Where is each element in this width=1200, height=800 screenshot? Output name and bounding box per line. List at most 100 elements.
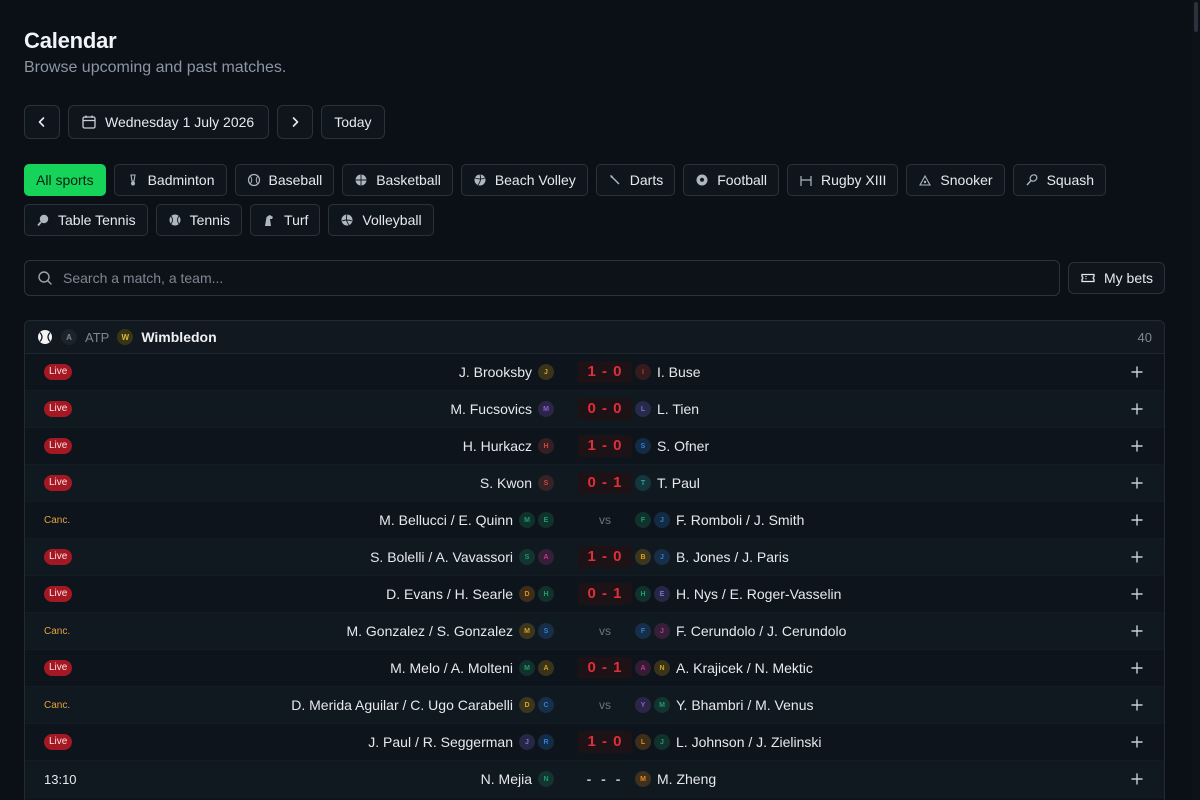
sport-chip-football[interactable]: Football <box>683 164 780 196</box>
squash-icon <box>1025 173 1039 187</box>
my-bets-label: My bets <box>1103 270 1153 286</box>
match-row[interactable]: Canc. M. Bellucci / E. Quinn M Evs F J F. Romb… <box>25 502 1164 539</box>
away-team: L J L. Johnson / J. Zielinski <box>635 734 822 750</box>
player-avatar: J <box>654 623 670 639</box>
home-team-name: J. Paul / R. Seggerman <box>368 734 513 750</box>
add-to-bets-button[interactable] <box>1130 402 1144 416</box>
away-team: L L. Tien <box>635 401 699 417</box>
plus-icon <box>1131 699 1143 711</box>
sport-chip-baseball[interactable]: Baseball <box>234 164 335 196</box>
away-team-name: S. Ofner <box>657 438 710 454</box>
search-icon <box>38 271 52 285</box>
home-team: D. Evans / H. Searle D H <box>386 586 554 602</box>
sport-chip-label: Table Tennis <box>58 212 136 228</box>
match-row[interactable]: Live H. Hurkacz H 1 - 0 S S. Ofner <box>25 428 1164 465</box>
player-avatars: J <box>538 364 554 380</box>
sport-chip-label: Badminton <box>147 172 215 188</box>
sport-chip-tennis[interactable]: Tennis <box>155 204 243 236</box>
sport-chip-volleyball[interactable]: Volleyball <box>328 204 434 236</box>
add-to-bets-button[interactable] <box>1130 513 1144 527</box>
add-to-bets-button[interactable] <box>1130 661 1144 675</box>
match-row[interactable]: Live M. Melo / A. Molteni M A 0 - 1 A N A. Kraj… <box>25 650 1164 687</box>
match-row[interactable]: Live S. Bolelli / A. Vavassori S A 1 - 0 B J B.… <box>25 539 1164 576</box>
add-to-bets-button[interactable] <box>1130 698 1144 712</box>
add-to-bets-button[interactable] <box>1130 550 1144 564</box>
home-team: S. Bolelli / A. Vavassori S A <box>370 549 554 565</box>
add-to-bets-button[interactable] <box>1130 772 1144 786</box>
match-time: 13:10 <box>44 771 77 787</box>
live-badge: Live <box>44 549 73 565</box>
player-avatar: J <box>538 364 554 380</box>
add-to-bets-button[interactable] <box>1130 624 1144 638</box>
sport-chip-beach-volley[interactable]: Beach Volley <box>460 164 588 196</box>
match-row[interactable]: Live S. Kwon S 0 - 1 T T. Paul <box>25 465 1164 502</box>
darts-icon <box>608 173 622 187</box>
sport-chip-label: Baseball <box>268 172 323 188</box>
calendar-page: Calendar Browse upcoming and past matche… <box>24 28 1165 800</box>
home-team: J. Brooksby J <box>459 364 554 380</box>
sport-chip-darts[interactable]: Darts <box>595 164 676 196</box>
sport-chip-label: Squash <box>1046 172 1095 188</box>
tennis-icon <box>168 213 182 227</box>
match-row[interactable]: Live J. Paul / R. Seggerman J R 1 - 0 L J L. Jo… <box>25 724 1164 761</box>
home-team-name: J. Brooksby <box>458 364 532 380</box>
player-avatars: H <box>538 438 554 454</box>
search-box[interactable] <box>24 260 1060 296</box>
add-to-bets-button[interactable] <box>1130 735 1144 749</box>
tournament-badge: W <box>117 329 134 345</box>
next-day-button[interactable] <box>277 105 314 139</box>
add-to-bets-button[interactable] <box>1130 587 1144 601</box>
add-to-bets-button[interactable] <box>1130 365 1144 379</box>
player-avatar: A <box>635 660 651 676</box>
sport-chip-label: Turf <box>284 212 309 228</box>
player-avatars: T <box>635 475 651 491</box>
previous-day-button[interactable] <box>24 105 60 139</box>
match-count: 40 <box>1137 329 1152 345</box>
my-bets-button[interactable]: My bets <box>1068 262 1165 294</box>
sport-chip-squash[interactable]: Squash <box>1012 164 1107 196</box>
match-row[interactable]: Canc. M. Gonzalez / S. Gonzalez M Svs F J F. C… <box>25 613 1164 650</box>
search-row: My bets <box>24 260 1165 296</box>
player-avatar: F <box>635 512 651 528</box>
home-team-name: D. Evans / H. Searle <box>386 586 513 602</box>
match-result: 1 - 0 <box>576 361 634 383</box>
away-team: H E H. Nys / E. Roger-Vasselin <box>635 586 841 602</box>
match-row[interactable]: Live J. Brooksby J 1 - 0 I I. Buse <box>25 354 1164 391</box>
date-picker-button[interactable]: Wednesday 1 July 2026 <box>68 105 270 139</box>
player-avatar: B <box>635 549 651 565</box>
player-avatar: S <box>635 438 651 454</box>
player-avatars: N <box>538 771 554 787</box>
away-team: F J F. Cerundolo / J. Cerundolo <box>635 623 846 639</box>
tournament-name: Wimbledon <box>141 329 217 345</box>
sport-chip-rugby-xiii[interactable]: Rugby XIII <box>787 164 899 196</box>
live-score: 0 - 0 <box>578 398 632 420</box>
add-to-bets-button[interactable] <box>1130 476 1144 490</box>
match-row[interactable]: Canc. D. Merida Aguilar / C. Ugo Carabell… <box>25 687 1164 724</box>
tournament-header[interactable]: A ATP W Wimbledon 40 <box>25 321 1164 354</box>
match-row[interactable]: Live M. Fucsovics M 0 - 0 L L. Tien <box>25 391 1164 428</box>
sport-chip-label: Tennis <box>189 212 231 228</box>
home-team-name: S. Bolelli / A. Vavassori <box>370 549 513 565</box>
add-to-bets-button[interactable] <box>1130 439 1144 453</box>
live-score: 0 - 1 <box>578 657 632 679</box>
sport-chip-turf[interactable]: Turf <box>250 204 321 236</box>
match-row[interactable]: 13:10 N. Mejia N - - - M M. Zheng <box>25 761 1164 798</box>
home-team-name: S. Kwon <box>479 475 532 491</box>
plus-icon <box>1131 366 1143 378</box>
away-team-name: L. Tien <box>657 401 700 417</box>
sport-chip-basketball[interactable]: Basketball <box>342 164 453 196</box>
sport-chip-badminton[interactable]: Badminton <box>113 164 227 196</box>
match-row[interactable]: Live D. Evans / H. Searle D H 0 - 1 H E H. Nys … <box>25 576 1164 613</box>
sport-chip-label: Basketball <box>376 172 441 188</box>
sport-chip-table-tennis[interactable]: Table Tennis <box>24 204 148 236</box>
home-team-name: M. Fucsovics <box>450 401 532 417</box>
plus-icon <box>1131 736 1143 748</box>
today-button[interactable]: Today <box>321 105 385 139</box>
away-team-name: I. Buse <box>657 364 701 380</box>
player-avatar: H <box>538 438 554 454</box>
scrollbar-thumb[interactable] <box>1194 2 1198 32</box>
sport-chip-all-sports[interactable]: All sports <box>24 164 106 196</box>
page-scrollbar[interactable] <box>1192 0 1200 800</box>
sport-chip-snooker[interactable]: Snooker <box>906 164 1005 196</box>
search-input[interactable] <box>63 270 1047 286</box>
